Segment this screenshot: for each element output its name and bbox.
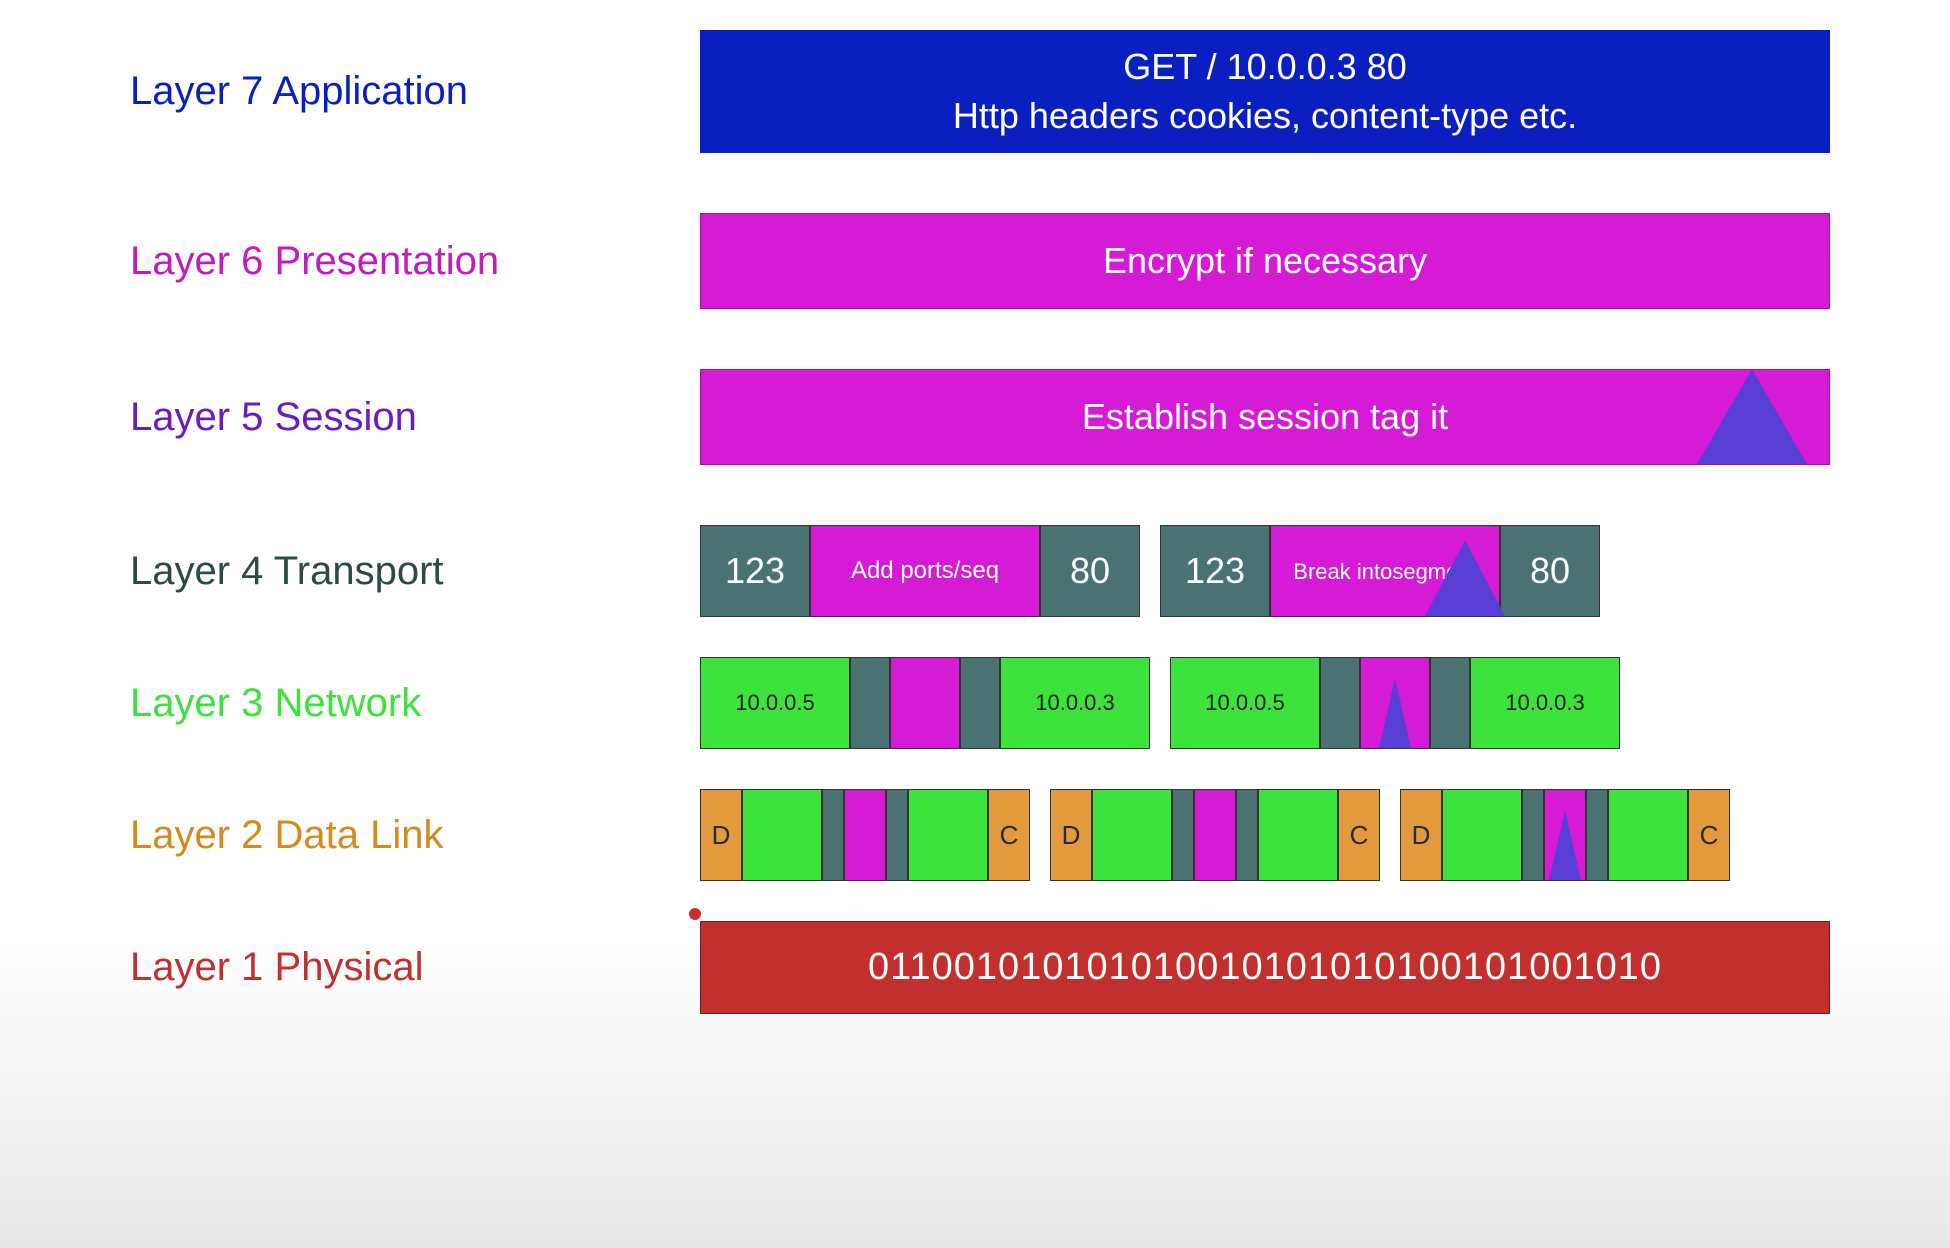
packet-a: 10.0.0.5 10.0.0.3 — [700, 657, 1150, 749]
osi-diagram: Layer 7 Application GET / 10.0.0.3 80 Ht… — [130, 30, 1830, 1014]
row-layer2: Layer 2 Data Link D C D C D — [130, 789, 1830, 881]
row-layer3: Layer 3 Network 10.0.0.5 10.0.0.3 10.0.0… — [130, 657, 1830, 749]
frB-ip-right — [1258, 789, 1338, 881]
frA-ip-left — [742, 789, 822, 881]
pktA-payload — [890, 657, 960, 749]
frC-c: C — [1688, 789, 1730, 881]
row-layer6: Layer 6 Presentation Encrypt if necessar… — [130, 213, 1830, 309]
label-layer4: Layer 4 Transport — [130, 549, 700, 594]
label-layer7: Layer 7 Application — [130, 69, 700, 114]
pktA-dst-ip: 10.0.0.3 — [1000, 657, 1150, 749]
frB-payload — [1194, 789, 1236, 881]
row-layer7: Layer 7 Application GET / 10.0.0.3 80 Ht… — [130, 30, 1830, 153]
pktB-payload — [1360, 657, 1430, 749]
session-text: Establish session tag it — [1082, 396, 1448, 437]
row-layer1: Layer 1 Physical 01100101010101001010101… — [130, 921, 1830, 1014]
physical-dot-icon — [689, 908, 701, 920]
frA-d: D — [700, 789, 742, 881]
frC-port-right — [1586, 789, 1608, 881]
frA-port-left — [822, 789, 844, 881]
label-layer2: Layer 2 Data Link — [130, 813, 700, 858]
frA-ip-right — [908, 789, 988, 881]
frC-port-left — [1522, 789, 1544, 881]
session-triangle-icon — [1697, 369, 1807, 464]
box-presentation: Encrypt if necessary — [700, 213, 1830, 309]
frame-a: D C — [700, 789, 1030, 881]
segB-src-port: 123 — [1160, 525, 1270, 617]
pktB-port-right — [1430, 657, 1470, 749]
segB-mid: Break into segment — [1270, 525, 1500, 617]
frB-c: C — [1338, 789, 1380, 881]
frC-ip-left — [1442, 789, 1522, 881]
label-layer3: Layer 3 Network — [130, 681, 700, 726]
frC-d: D — [1400, 789, 1442, 881]
packet-triangle-icon — [1379, 678, 1411, 748]
frB-ip-left — [1092, 789, 1172, 881]
segB-mid-line1: Break into — [1293, 559, 1392, 584]
segA-dst-port: 80 — [1040, 525, 1140, 617]
frA-c: C — [988, 789, 1030, 881]
frB-port-left — [1172, 789, 1194, 881]
box-physical: 011001010101010010101010100101001010 — [700, 921, 1830, 1014]
frA-port-right — [886, 789, 908, 881]
frame-triangle-icon — [1549, 810, 1581, 880]
frA-payload — [844, 789, 886, 881]
label-layer6: Layer 6 Presentation — [130, 239, 700, 284]
packet-b: 10.0.0.5 10.0.0.3 — [1170, 657, 1620, 749]
pktB-dst-ip: 10.0.0.3 — [1470, 657, 1620, 749]
app-line2: Http headers cookies, content-type etc. — [953, 95, 1577, 136]
frB-d: D — [1050, 789, 1092, 881]
segA-mid: Add ports/seq — [810, 525, 1040, 617]
pktA-port-right — [960, 657, 1000, 749]
row-layer5: Layer 5 Session Establish session tag it — [130, 369, 1830, 465]
box-application: GET / 10.0.0.3 80 Http headers cookies, … — [700, 30, 1830, 153]
box-session: Establish session tag it — [700, 369, 1830, 465]
pktA-src-ip: 10.0.0.5 — [700, 657, 850, 749]
frame-c: D C — [1400, 789, 1730, 881]
app-line1: GET / 10.0.0.3 80 — [1123, 46, 1407, 87]
segB-dst-port: 80 — [1500, 525, 1600, 617]
segA-src-port: 123 — [700, 525, 810, 617]
physical-bits: 011001010101010010101010100101001010 — [868, 946, 1662, 988]
row-layer4: Layer 4 Transport 123 Add ports/seq 80 1… — [130, 525, 1830, 617]
frC-payload — [1544, 789, 1586, 881]
frC-ip-right — [1608, 789, 1688, 881]
frame-b: D C — [1050, 789, 1380, 881]
label-layer5: Layer 5 Session — [130, 395, 700, 440]
pktA-port-left — [850, 657, 890, 749]
pktB-port-left — [1320, 657, 1360, 749]
segment-a: 123 Add ports/seq 80 — [700, 525, 1140, 617]
segment-triangle-icon — [1425, 540, 1505, 616]
segment-b: 123 Break into segment 80 — [1160, 525, 1600, 617]
label-layer1: Layer 1 Physical — [130, 945, 700, 990]
pktB-src-ip: 10.0.0.5 — [1170, 657, 1320, 749]
presentation-text: Encrypt if necessary — [1103, 240, 1427, 281]
frB-port-right — [1236, 789, 1258, 881]
